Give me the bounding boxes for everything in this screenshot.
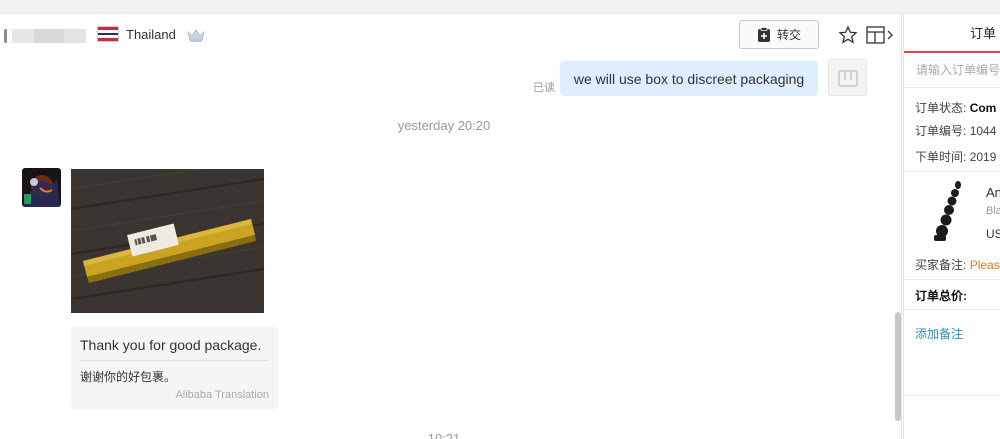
translation-divider <box>80 360 269 361</box>
contact-name-blurred <box>4 29 86 43</box>
order-status-label: 订单状态: <box>915 101 967 115</box>
divider <box>904 279 1000 280</box>
outgoing-message-bubble: we will use box to discreet packaging <box>560 61 818 96</box>
order-number-label: 订单编号: <box>915 124 967 138</box>
outgoing-message-text: we will use box to discreet packaging <box>573 70 805 87</box>
buyer-note-row: 买家备注: Pleas <box>915 256 1000 273</box>
seller-avatar <box>828 59 867 96</box>
order-total-row: 订单总价: <box>915 287 967 304</box>
divider <box>904 87 1000 88</box>
order-panel: 订单 请输入订单编号 订单状态: Com 订单编号: 1044 下单时间: 20… <box>903 14 1000 439</box>
translation-source: Alibaba Translation <box>175 389 269 401</box>
contact-country: Thailand <box>126 27 176 42</box>
order-time-row: 下单时间: 2019 <box>915 148 996 165</box>
transfer-label: 转交 <box>776 28 801 42</box>
transfer-icon <box>757 26 770 42</box>
product-color: Bla <box>986 205 1000 217</box>
incoming-message-text: Thank you for good package. <box>80 337 262 353</box>
thailand-flag-icon <box>97 26 119 42</box>
incoming-message-bubble: Thank you for good package. 谢谢你的好包裹。 Ali… <box>71 327 278 409</box>
product-thumbnail[interactable] <box>928 179 968 243</box>
window-top-strip <box>0 0 1000 14</box>
star-icon[interactable] <box>838 25 858 45</box>
product-price: US <box>986 227 1000 241</box>
crown-icon <box>187 29 205 42</box>
chat-timestamp-2: 10:21 <box>427 431 461 439</box>
divider <box>904 395 1000 396</box>
package-photo[interactable] <box>71 169 264 313</box>
shop-icon <box>837 69 858 87</box>
tab-orders[interactable]: 订单 <box>904 14 1000 53</box>
product-name[interactable]: An <box>986 185 1000 200</box>
order-time-value: 2019 <box>969 150 997 164</box>
buyer-avatar[interactable] <box>22 168 61 207</box>
chat-scrollbar-thumb[interactable] <box>895 312 901 421</box>
panel-toggle-icon[interactable] <box>866 25 894 45</box>
order-number-value[interactable]: 1044 <box>970 124 997 138</box>
buyer-note-label: 买家备注: <box>915 258 967 272</box>
divider <box>904 309 1000 310</box>
transfer-button[interactable]: 转交 <box>739 20 819 49</box>
order-number-row: 订单编号: 1044 <box>915 122 996 139</box>
translated-message-text: 谢谢你的好包裹。 <box>80 370 177 384</box>
tab-orders-label: 订单 <box>970 26 997 41</box>
order-total-label: 订单总价: <box>915 289 967 303</box>
order-search-input[interactable]: 请输入订单编号 <box>916 61 1000 78</box>
divider <box>904 171 1000 172</box>
add-note-link[interactable]: 添加备注 <box>915 325 963 342</box>
order-time-label: 下单时间: <box>915 150 967 164</box>
read-status: 已读 <box>533 82 555 94</box>
order-status-row: 订单状态: Com <box>915 99 996 116</box>
chat-timestamp: yesterday 20:20 <box>397 118 491 133</box>
order-status-value: Com <box>969 101 997 115</box>
buyer-note-value: Pleas <box>969 258 1000 272</box>
